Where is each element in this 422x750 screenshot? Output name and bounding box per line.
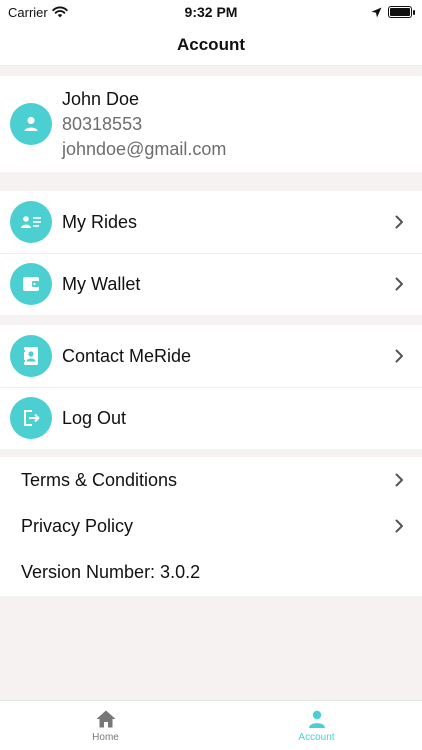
battery-icon <box>388 6 415 18</box>
terms-conditions-link[interactable]: Terms & Conditions <box>0 457 422 503</box>
menu-item-label: Log Out <box>62 407 127 428</box>
tab-bar: Home Account <box>0 700 422 750</box>
version-row: Version Number: 3.0.2 <box>0 549 422 595</box>
info-group: Terms & Conditions Privacy Policy Versio… <box>0 457 422 596</box>
chevron-right-icon <box>395 215 403 229</box>
chevron-right-icon <box>395 277 403 291</box>
status-left: Carrier <box>8 5 68 20</box>
tab-home-label: Home <box>92 731 119 743</box>
profile-email: johndoe@gmail.com <box>62 138 227 159</box>
menu-item-label: My Wallet <box>62 273 141 294</box>
privacy-label: Privacy Policy <box>21 515 134 536</box>
menu-group-rides-wallet: My Rides My Wallet <box>0 191 422 315</box>
chevron-right-icon <box>395 519 403 533</box>
tab-account-label: Account <box>298 731 335 743</box>
wifi-icon <box>52 6 68 18</box>
page-title: Account <box>177 34 245 54</box>
menu-item-contact-meride[interactable]: Contact MeRide <box>0 325 422 387</box>
status-bar: Carrier 9:32 PM <box>0 0 422 24</box>
profile-text: John Doe 80318553 johndoe@gmail.com <box>62 87 226 162</box>
terms-label: Terms & Conditions <box>21 469 178 490</box>
chevron-right-icon <box>395 473 403 487</box>
user-icon <box>24 116 38 131</box>
carrier-label: Carrier <box>8 4 48 20</box>
menu-group-contact-logout: Contact MeRide Log Out <box>0 325 422 449</box>
avatar <box>10 103 52 145</box>
contact-icon <box>10 335 52 377</box>
home-icon <box>96 710 115 727</box>
chevron-right-icon <box>395 349 403 363</box>
location-arrow-icon <box>371 7 382 17</box>
profile-phone: 80318553 <box>62 113 143 134</box>
menu-item-label: Contact MeRide <box>62 345 192 366</box>
tab-account[interactable]: Account <box>211 701 422 750</box>
nav-bar: Account <box>0 24 422 66</box>
user-icon <box>308 710 325 728</box>
menu-item-label: My Rides <box>62 211 138 232</box>
profile-card: John Doe 80318553 johndoe@gmail.com <box>0 76 422 172</box>
privacy-policy-link[interactable]: Privacy Policy <box>0 503 422 549</box>
version-label: Version Number: 3.0.2 <box>21 561 201 582</box>
wallet-icon <box>10 263 52 305</box>
rides-icon <box>10 201 52 243</box>
menu-item-my-wallet[interactable]: My Wallet <box>0 253 422 315</box>
tab-home[interactable]: Home <box>0 701 211 750</box>
logout-icon <box>10 397 52 439</box>
status-right <box>371 6 415 18</box>
menu-item-my-rides[interactable]: My Rides <box>0 191 422 253</box>
profile-name: John Doe <box>62 88 140 109</box>
menu-item-log-out[interactable]: Log Out <box>0 387 422 449</box>
